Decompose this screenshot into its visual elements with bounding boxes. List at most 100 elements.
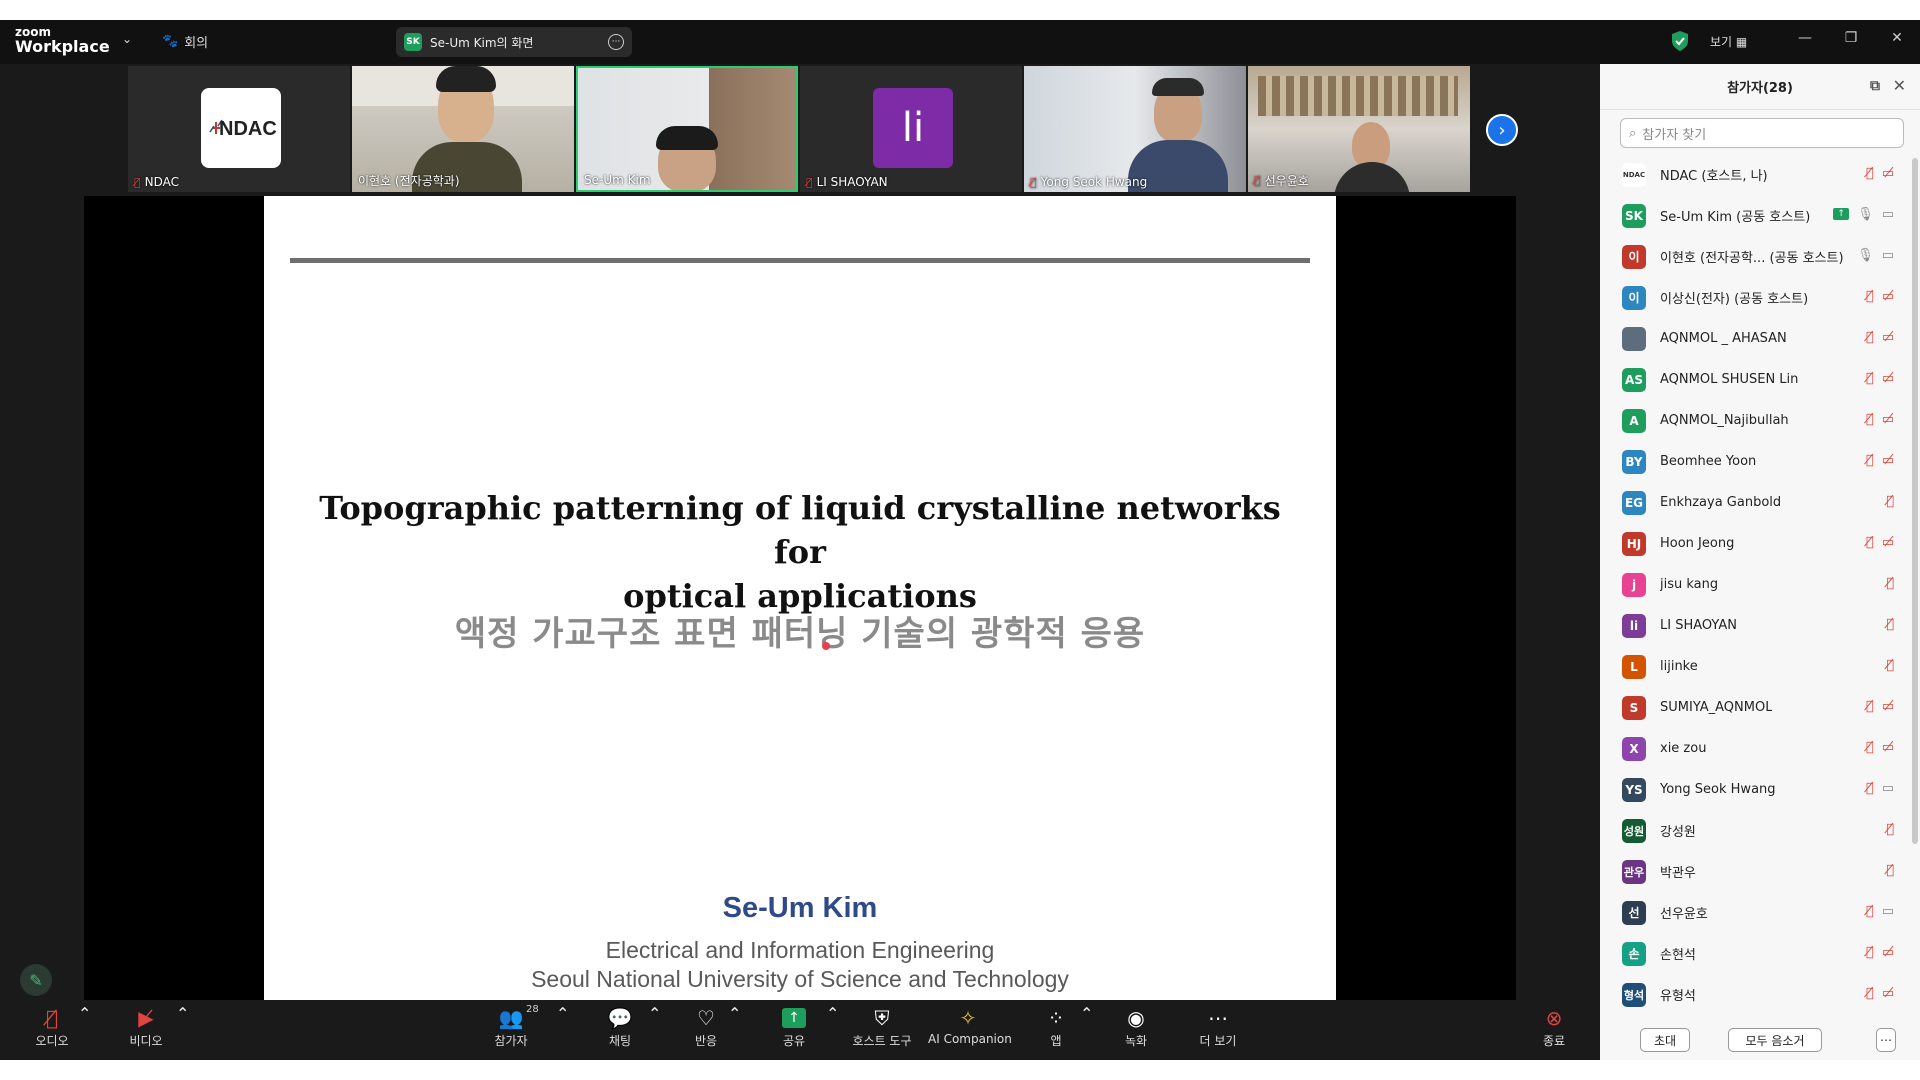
chat-button[interactable]: 💬 채팅 — [600, 1004, 640, 1049]
participant-row[interactable]: 이 이상신(전자) (공동 호스트) 🎙̸ ▭̸ — [1600, 277, 1910, 318]
participant-row[interactable]: AQNMOL _ AHASAN 🎙̸ ▭̸ — [1600, 318, 1910, 359]
close-window-button[interactable]: ✕ — [1882, 30, 1912, 54]
mic-muted-icon[interactable]: 🎙̸ — [1886, 576, 1894, 591]
video-tile-ndac[interactable]: NDAC 🎙̸ NDAC — [128, 66, 350, 192]
video-off-icon[interactable]: ▭̸ — [1882, 166, 1894, 181]
participant-row[interactable]: 성원 강성원 🎙̸ — [1600, 810, 1910, 851]
mic-muted-icon[interactable]: 🎙̸ — [1866, 904, 1874, 919]
more-icon[interactable]: ··· — [608, 34, 624, 50]
mic-muted-icon[interactable]: 🎙̸ — [1866, 535, 1874, 550]
participant-row[interactable]: SK Se-Um Kim (공동 호스트) ↑ 🎙 ▭ — [1600, 195, 1910, 236]
invite-button[interactable]: 초대 — [1640, 1028, 1690, 1052]
mic-muted-icon[interactable]: 🎙̸ — [1866, 453, 1874, 468]
video-off-icon[interactable]: ▭̸ — [1882, 330, 1894, 345]
video-off-icon[interactable]: ▭̸ — [1882, 699, 1894, 714]
participant-row[interactable]: BY Beomhee Yoon 🎙̸ ▭̸ — [1600, 441, 1910, 482]
participant-row[interactable]: AS AQNMOL SHUSEN Lin 🎙̸ ▭̸ — [1600, 359, 1910, 400]
mute-all-button[interactable]: 모두 음소거 — [1728, 1028, 1822, 1052]
chevron-down-icon[interactable]: ⌄ — [122, 32, 132, 46]
video-off-icon[interactable]: ▭̸ — [1882, 740, 1894, 755]
participant-row[interactable]: Llijinke 🎙̸ — [1600, 646, 1910, 687]
video-off-icon[interactable]: ▭̸ — [1882, 289, 1894, 304]
participant-row[interactable]: 선 선우윤호 🎙̸ ▭ — [1600, 892, 1910, 933]
mic-muted-icon[interactable]: 🎙̸ — [1886, 863, 1894, 878]
screen-share-indicator[interactable]: SK Se-Um Kim의 화면 ··· — [396, 27, 632, 57]
share-options-caret[interactable]: ⌃ — [826, 1004, 839, 1023]
video-off-icon[interactable]: ▭̸ — [1882, 371, 1894, 386]
video-off-icon[interactable]: ▭̸ — [1882, 986, 1894, 1001]
participant-row[interactable]: A AQNMOL_Najibullah 🎙̸ ▭̸ — [1600, 400, 1910, 441]
audio-button[interactable]: 🎙̸ 오디오 — [30, 1004, 74, 1049]
video-off-icon[interactable]: ▭̸ — [1882, 945, 1894, 960]
participant-row[interactable]: 형석 유형석 🎙̸ ▭̸ — [1600, 974, 1910, 1015]
mic-muted-icon[interactable]: 🎙̸ — [1886, 617, 1894, 632]
participant-row[interactable]: j jisu kang 🎙̸ — [1600, 564, 1910, 605]
apps-options-caret[interactable]: ⌃ — [1080, 1004, 1093, 1023]
participant-row[interactable]: YS Yong Seok Hwang 🎙̸ ▭ — [1600, 769, 1910, 810]
close-icon[interactable]: ✕ — [1893, 76, 1906, 95]
react-options-caret[interactable]: ⌃ — [728, 1004, 741, 1023]
audio-options-caret[interactable]: ⌃ — [78, 1004, 91, 1023]
next-page-button[interactable]: › — [1486, 114, 1518, 146]
participants-options-caret[interactable]: ⌃ — [556, 1004, 569, 1023]
mic-muted-icon[interactable]: 🎙̸ — [1866, 412, 1874, 427]
participants-button[interactable]: 👥 28 참가자 — [486, 1004, 538, 1049]
zoom-logo[interactable]: zoom Workplace — [15, 26, 110, 55]
participant-row[interactable]: li LI SHAOYAN 🎙̸ — [1600, 605, 1910, 646]
video-tile-seum-kim[interactable]: Se-Um Kim — [576, 66, 798, 192]
host-tools-button[interactable]: ⛨ 호스트 도구 — [850, 1004, 914, 1049]
mic-icon[interactable]: 🎙 — [1857, 207, 1874, 222]
video-icon[interactable]: ▭ — [1882, 904, 1894, 919]
end-button[interactable]: ⊗ 종료 — [1538, 1004, 1570, 1049]
video-off-icon[interactable]: ▭̸ — [1882, 412, 1894, 427]
mic-muted-icon[interactable]: 🎙̸ — [1866, 330, 1874, 345]
video-options-caret[interactable]: ⌃ — [176, 1004, 189, 1023]
mic-muted-icon[interactable]: 🎙̸ — [1866, 166, 1874, 181]
mic-muted-icon[interactable]: 🎙̸ — [1866, 945, 1874, 960]
chat-options-caret[interactable]: ⌃ — [648, 1004, 661, 1023]
mic-muted-icon[interactable]: 🎙̸ — [1866, 986, 1874, 1001]
apps-button[interactable]: ⁘ 앱 — [1040, 1004, 1072, 1049]
video-icon[interactable]: ▭ — [1882, 207, 1894, 222]
participant-row[interactable]: 관우 박관우 🎙̸ — [1600, 851, 1910, 892]
video-tile-yong-seok-hwang[interactable]: 🎙̸ Yong Seok Hwang — [1024, 66, 1246, 192]
video-tile-lee[interactable]: 이현호 (전자공학과) — [352, 66, 574, 192]
mic-muted-icon[interactable]: 🎙̸ — [1886, 494, 1894, 509]
mic-muted-icon[interactable]: 🎙̸ — [1866, 699, 1874, 714]
participant-row[interactable]: EG Enkhzaya Ganbold 🎙̸ — [1600, 482, 1910, 523]
shield-icon[interactable] — [1670, 30, 1690, 52]
video-icon[interactable]: ▭ — [1882, 248, 1894, 263]
more-button[interactable]: ⋯ 더 보기 — [1196, 1004, 1240, 1049]
minimize-button[interactable]: — — [1790, 30, 1820, 54]
restore-button[interactable]: ❐ — [1836, 30, 1866, 54]
participant-row[interactable]: NDAC NDAC (호스트, 나) 🎙̸ ▭̸ — [1600, 154, 1910, 195]
video-tile-li-shaoyan[interactable]: li 🎙̸ LI SHAOYAN — [800, 66, 1022, 192]
participant-row[interactable]: S SUMIYA_AQNMOL 🎙̸ ▭̸ — [1600, 687, 1910, 728]
video-off-icon[interactable]: ▭̸ — [1882, 453, 1894, 468]
meeting-info-button[interactable]: 🐾 회의 — [162, 32, 208, 51]
video-icon[interactable]: ▭ — [1882, 781, 1894, 796]
mic-muted-icon[interactable]: 🎙̸ — [1866, 781, 1874, 796]
participant-row[interactable]: 이 이현호 (전자공학... (공동 호스트) 🎙 ▭ — [1600, 236, 1910, 277]
mic-muted-icon[interactable]: 🎙̸ — [1866, 740, 1874, 755]
participant-row[interactable]: HJ Hoon Jeong 🎙̸ ▭̸ — [1600, 523, 1910, 564]
mic-muted-icon[interactable]: 🎙̸ — [1866, 371, 1874, 386]
mic-icon[interactable]: 🎙 — [1857, 248, 1874, 263]
mic-muted-icon[interactable]: 🎙̸ — [1886, 822, 1894, 837]
video-button[interactable]: ▶̸ 비디오 — [124, 1004, 168, 1049]
ai-companion-button[interactable]: ✧ AI Companion — [928, 1004, 1012, 1046]
mic-muted-icon[interactable]: 🎙̸ — [1886, 658, 1894, 673]
record-button[interactable]: ◉ 녹화 — [1120, 1004, 1152, 1049]
participant-search-input[interactable]: ⌕ 참가자 찾기 — [1620, 118, 1904, 148]
more-options-button[interactable]: ⋯ — [1876, 1028, 1896, 1052]
video-off-icon[interactable]: ▭̸ — [1882, 535, 1894, 550]
participant-row[interactable]: Xxie zou 🎙̸ ▭̸ — [1600, 728, 1910, 769]
pop-out-icon[interactable]: ⧉ — [1870, 78, 1880, 94]
react-button[interactable]: ♡ 반응 — [686, 1004, 726, 1049]
participant-row[interactable]: 손 손현석 🎙̸ ▭̸ — [1600, 933, 1910, 974]
participant-list-scrollbar[interactable] — [1912, 158, 1918, 844]
mic-muted-icon[interactable]: 🎙̸ — [1866, 289, 1874, 304]
annotate-pen-icon[interactable]: ✎ — [20, 964, 52, 996]
video-tile-seonu-yunho[interactable]: 🎙̸ 선우윤호 — [1248, 66, 1470, 192]
share-button[interactable]: ↑ 공유 — [774, 1004, 814, 1049]
